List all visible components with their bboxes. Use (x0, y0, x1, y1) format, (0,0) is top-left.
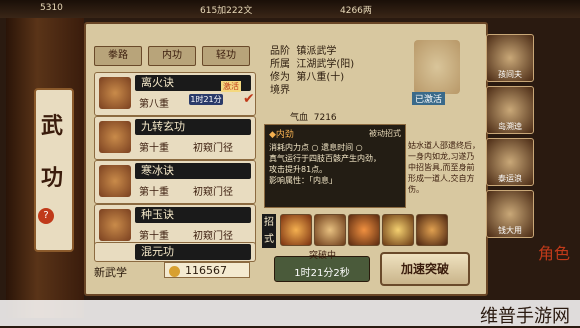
scroll-title-char-2: 功 (40, 165, 63, 191)
move-strike-icon[interactable] (416, 214, 448, 246)
cultivation-value: 第八重(十) (296, 72, 345, 83)
skill-status: 初窥门径 (193, 231, 233, 242)
skill-info: 品阶 镇派武学 所属 江湖武学(阳) 修为 第八重(十) 境界 (270, 42, 354, 96)
skill-item[interactable]: 九转玄功 第十重 初窥门径 (94, 116, 256, 160)
skill-item[interactable]: 离火诀 第八重 1时21分 激活 ✔ (94, 72, 256, 116)
topbar-mid-value: 615加222文 (200, 6, 253, 16)
skill-item[interactable]: 混元功 (94, 242, 256, 262)
skill-name: 寒冰诀 (135, 163, 251, 179)
move-fist-icon[interactable] (314, 214, 346, 246)
skill-level: 第十重 (139, 187, 169, 198)
skill-icon (99, 77, 131, 109)
tooltip-line: 消耗内力点 ○ 遗息时间 ○ (269, 143, 363, 152)
skill-icon (99, 121, 131, 153)
moves-label: 招式 (262, 214, 276, 248)
skill-timer: 1时21分 (189, 94, 223, 105)
active-badge: 激活 (221, 81, 241, 92)
coin-icon (169, 266, 180, 277)
top-status-bar: 5310 615加222文 4266两 (0, 0, 580, 18)
tab-fist[interactable]: 拳路 (94, 46, 142, 66)
activated-badge: 已激活 (412, 92, 446, 105)
watermark-text: 维普手游网 (480, 306, 570, 327)
character-name: 孩间夫 (498, 70, 522, 79)
skill-name: 九转玄功 (135, 119, 251, 135)
tab-light[interactable]: 轻功 (202, 46, 250, 66)
breakthrough-progress: 突破中 1时21分2秒 (274, 251, 370, 282)
skill-status: 初窥门径 (193, 143, 233, 154)
monk-avatar (414, 40, 460, 94)
tooltip-sub: 被动招式 (369, 129, 401, 138)
accelerate-button[interactable]: 加速突破 (380, 252, 470, 286)
side-decoration: 角色 (538, 244, 571, 263)
move-fire-icon[interactable] (280, 214, 312, 246)
skill-name: 种玉诀 (135, 207, 251, 223)
check-icon: ✔ (243, 91, 255, 107)
coin-balance: 116567 (164, 262, 250, 278)
skill-icon (99, 209, 131, 241)
skill-icon (99, 165, 131, 197)
move-burst-icon[interactable] (348, 214, 380, 246)
new-skill-button[interactable]: 新武学 (94, 264, 127, 280)
skill-tooltip: ◆内劲 被动招式 消耗内力点 ○ 遗息时间 ○ 真气运行于四肢百骸产生内劲， 攻… (264, 124, 406, 208)
scroll-title-char-1: 武 (40, 113, 63, 139)
help-icon[interactable]: ? (38, 208, 54, 224)
skill-level: 第十重 (139, 143, 169, 154)
skill-level: 第八重 (139, 99, 169, 110)
character-portrait[interactable]: 孩间夫 (486, 34, 534, 82)
move-swirl-icon[interactable] (382, 214, 414, 246)
character-name: 泰运浪 (498, 174, 522, 183)
skill-status: 初窥门径 (193, 187, 233, 198)
realm-label: 境界 (270, 85, 290, 96)
tooltip-line: 影响属性：「内息」 (269, 176, 337, 185)
skill-name: 混元功 (135, 244, 251, 260)
character-portrait[interactable]: 钱大用 (486, 190, 534, 238)
tooltip-line: 真气运行于四肢百骸产生内劲， (269, 154, 381, 163)
tooltip-line: 攻击提升81点。 (269, 165, 328, 174)
breakthrough-label: 突破中 (309, 251, 337, 261)
character-portrait[interactable]: 岛溯逵 (486, 86, 534, 134)
character-portrait[interactable]: 泰运浪 (486, 138, 534, 186)
lore-text: 姑水道人邵遗终后，一身内如龙,习遂乃中招皆具,而至身前形成一道人,交自方伤。 (408, 141, 480, 194)
character-name: 岛溯逵 (498, 122, 522, 131)
coin-value: 116567 (185, 264, 227, 277)
topbar-left-value: 5310 (40, 3, 63, 13)
tab-inner[interactable]: 内功 (148, 46, 196, 66)
skill-level: 第十重 (139, 231, 169, 242)
character-name: 钱大用 (498, 226, 522, 235)
skill-item[interactable]: 寒冰诀 第十重 初窥门径 (94, 160, 256, 204)
watermark-bar: 维普手游网 (0, 300, 580, 327)
breakthrough-time: 1时21分2秒 (294, 268, 350, 279)
qi-label: 气血 (290, 113, 309, 123)
topbar-right-value: 4266两 (340, 6, 372, 16)
qi-value: 7216 (313, 113, 337, 123)
